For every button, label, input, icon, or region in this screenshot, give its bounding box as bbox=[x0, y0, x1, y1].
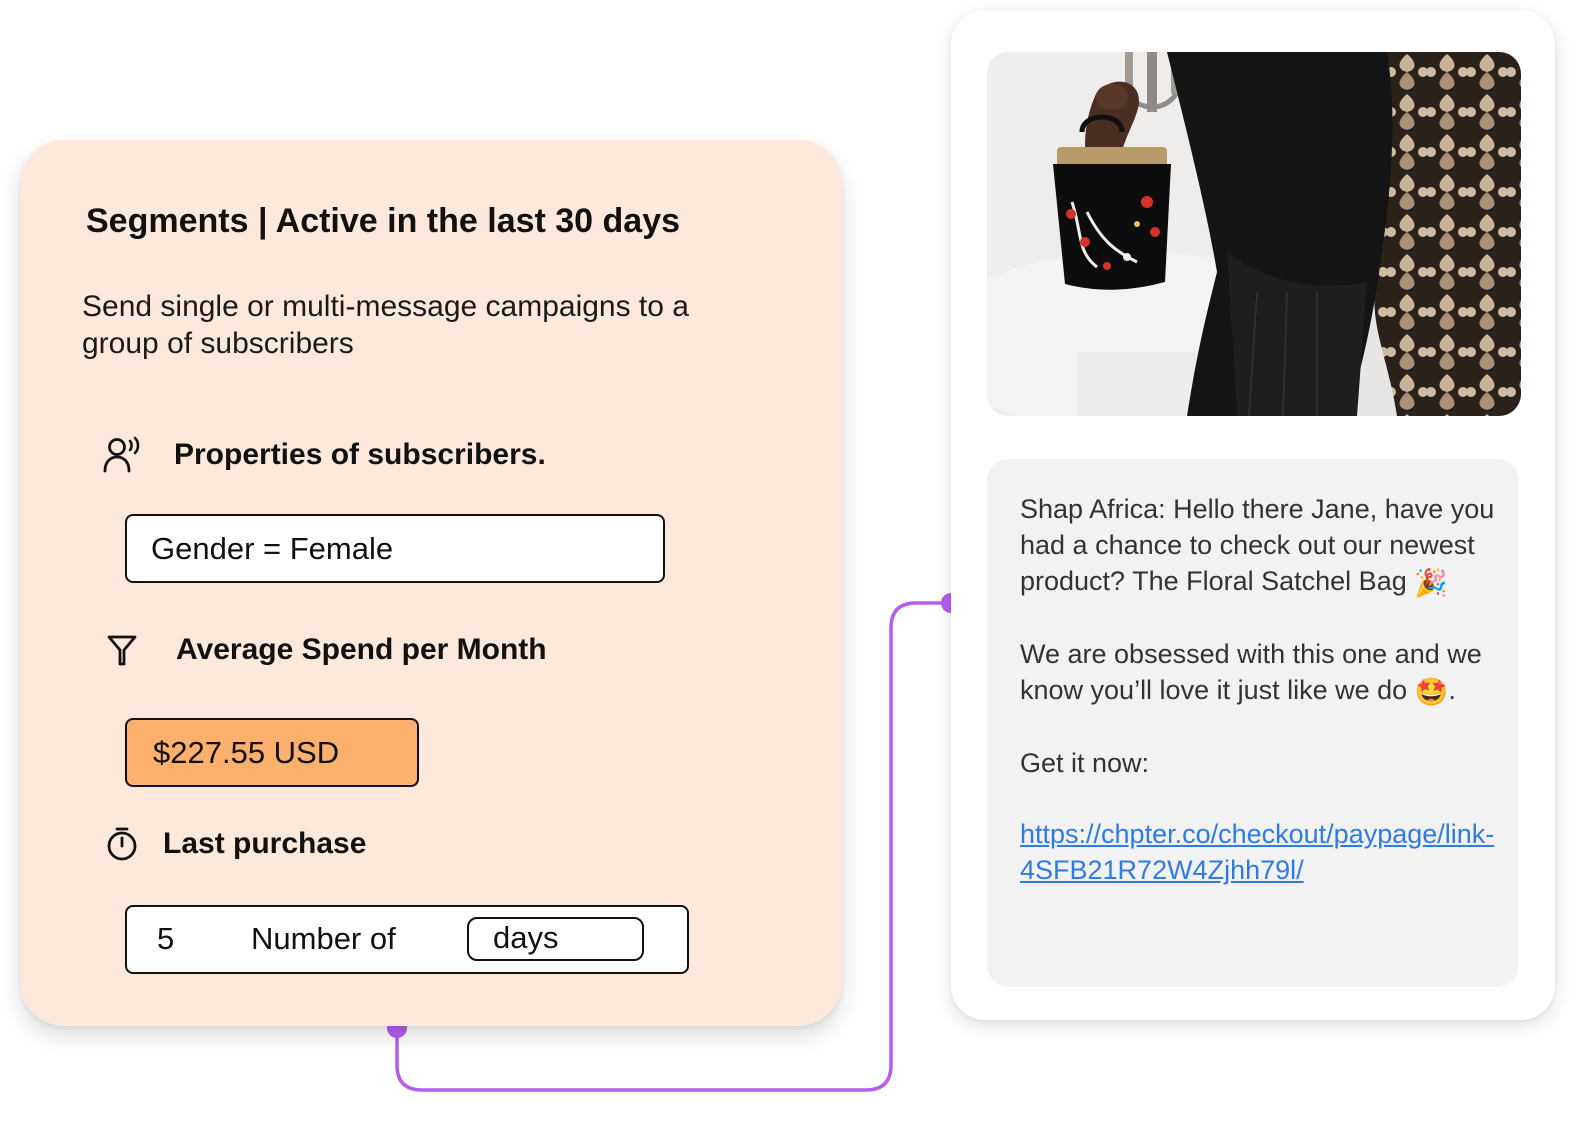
last-purchase-number-label: Number of bbox=[251, 921, 396, 956]
last-purchase-label: Last purchase bbox=[163, 827, 367, 860]
party-popper-icon: 🎉 bbox=[1414, 567, 1448, 598]
message-paragraph-2: We are obsessed with this one and we kno… bbox=[1020, 636, 1499, 710]
message-paragraph-2-end: . bbox=[1448, 674, 1456, 705]
filter-icon bbox=[102, 630, 142, 670]
sms-message-bubble: Shap Africa: Hello there Jane, have you … bbox=[987, 459, 1519, 987]
segment-description: Send single or multi-message campaigns t… bbox=[82, 290, 689, 360]
product-photo bbox=[987, 52, 1521, 416]
canvas: Segments | Active in the last 30 days Se… bbox=[0, 0, 1580, 1134]
checkout-link[interactable]: https://chpter.co/checkout/paypage/link-… bbox=[1020, 819, 1494, 885]
spend-row: Average Spend per Month bbox=[102, 630, 547, 670]
properties-label: Properties of subscribers. bbox=[174, 438, 546, 471]
gender-filter-value: Gender = Female bbox=[151, 530, 394, 566]
spend-label: Average Spend per Month bbox=[176, 633, 547, 666]
last-purchase-unit-select[interactable]: days bbox=[467, 917, 644, 961]
message-paragraph-2-text: We are obsessed with this one and we kno… bbox=[1020, 638, 1482, 705]
spend-value-field[interactable]: $227.55 USD bbox=[125, 718, 419, 787]
gender-filter-field[interactable]: Gender = Female bbox=[125, 514, 665, 583]
stopwatch-icon bbox=[102, 824, 142, 864]
last-purchase-row: Last purchase bbox=[102, 824, 366, 864]
message-paragraph-3: Get it now: bbox=[1020, 747, 1150, 778]
segment-card: Segments | Active in the last 30 days Se… bbox=[20, 140, 842, 1026]
properties-row: Properties of subscribers. bbox=[102, 435, 546, 475]
last-purchase-number[interactable]: 5 bbox=[157, 921, 174, 957]
user-voice-icon bbox=[102, 435, 142, 475]
star-struck-icon: 🤩 bbox=[1414, 676, 1449, 707]
message-preview-card: Shap Africa: Hello there Jane, have you … bbox=[951, 10, 1555, 1020]
last-purchase-field[interactable]: 5 Number of days bbox=[125, 905, 689, 974]
message-paragraph-1: Shap Africa: Hello there Jane, have you … bbox=[1020, 491, 1499, 601]
spend-value: $227.55 USD bbox=[153, 734, 340, 770]
segment-title: Segments | Active in the last 30 days bbox=[86, 202, 681, 240]
